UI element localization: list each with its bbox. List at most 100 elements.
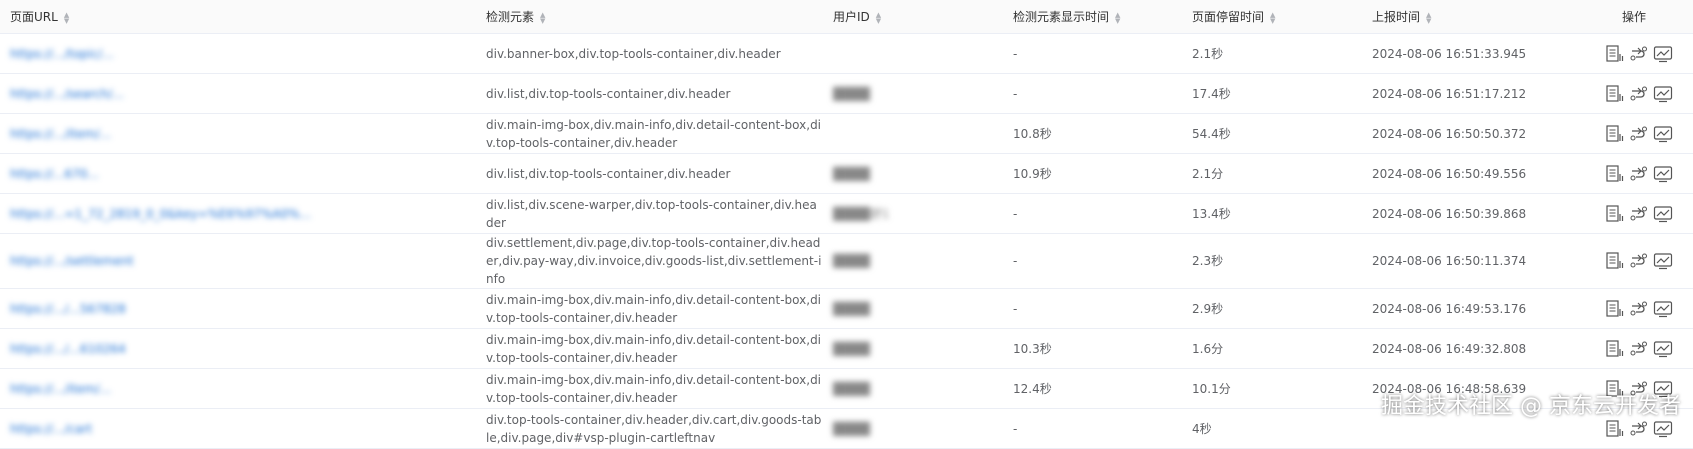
table-row: https://.../settlement div.settlement,div… bbox=[0, 233, 1693, 289]
page-url-link[interactable]: https://.../...567828 bbox=[10, 300, 476, 318]
chart-icon[interactable] bbox=[1653, 420, 1673, 438]
elements-cell: div.settlement,div.page,div.top-tools-co… bbox=[476, 233, 823, 289]
actions-cell bbox=[1575, 153, 1693, 194]
link-flow-icon[interactable] bbox=[1629, 125, 1649, 143]
report-time-cell: 2024-08-06 16:49:32.808 bbox=[1362, 328, 1575, 369]
display-time-cell: - bbox=[1003, 73, 1182, 114]
link-flow-icon[interactable] bbox=[1629, 205, 1649, 223]
user-id-cell: ████舒1 bbox=[823, 193, 1003, 234]
report-time-cell: 2024-08-06 16:50:11.374 bbox=[1362, 233, 1575, 289]
table-row: https://.../search/... div.list,div.top-t… bbox=[0, 73, 1693, 114]
user-id-cell: ████ bbox=[823, 328, 1003, 369]
report-time-cell: 2024-08-06 16:51:33.945 bbox=[1362, 33, 1575, 74]
table-row: https://.../topic/... div.banner-box,div.… bbox=[0, 33, 1693, 74]
elements-cell: div.main-img-box,div.main-info,div.detai… bbox=[476, 328, 823, 369]
table-row: https://...670... div.list,div.top-tools-… bbox=[0, 153, 1693, 194]
sort-icon[interactable]: ▲ ▼ bbox=[1270, 11, 1275, 24]
link-flow-icon[interactable] bbox=[1629, 420, 1649, 438]
report-icon[interactable] bbox=[1605, 45, 1625, 63]
sort-icon[interactable]: ▲ ▼ bbox=[540, 11, 545, 24]
actions-cell bbox=[1575, 288, 1693, 329]
user-id-cell: ████ bbox=[823, 153, 1003, 194]
chart-icon[interactable] bbox=[1653, 340, 1673, 358]
stay-time-cell: 54.4秒 bbox=[1182, 113, 1362, 154]
elements-cell: div.main-img-box,div.main-info,div.detai… bbox=[476, 368, 823, 409]
elements-cell: div.banner-box,div.top-tools-container,d… bbox=[476, 33, 823, 74]
chart-icon[interactable] bbox=[1653, 252, 1673, 270]
url-cell: https://.../...610264 bbox=[0, 328, 476, 369]
column-header-stay-time[interactable]: 页面停留时间 ▲ ▼ bbox=[1182, 0, 1362, 34]
page-url-link[interactable]: https://.../settlement bbox=[10, 252, 476, 270]
column-header-user-id[interactable]: 用户ID ▲ ▼ bbox=[823, 0, 1003, 34]
link-flow-icon[interactable] bbox=[1629, 252, 1649, 270]
stay-time-cell: 2.3秒 bbox=[1182, 233, 1362, 289]
stay-time-cell: 17.4秒 bbox=[1182, 73, 1362, 114]
report-icon[interactable] bbox=[1605, 165, 1625, 183]
page-url-link[interactable]: https://...670... bbox=[10, 165, 476, 183]
stay-time-cell: 4秒 bbox=[1182, 408, 1362, 449]
user-id-cell: ████ bbox=[823, 408, 1003, 449]
report-time-cell: 2024-08-06 16:50:39.868 bbox=[1362, 193, 1575, 234]
url-cell: https://.../cart bbox=[0, 408, 476, 449]
display-time-cell: 12.4秒 bbox=[1003, 368, 1182, 409]
user-id-cell: ████ bbox=[823, 233, 1003, 289]
chart-icon[interactable] bbox=[1653, 125, 1673, 143]
page-url-link[interactable]: https://.../item/... bbox=[10, 125, 476, 143]
elements-cell: div.main-img-box,div.main-info,div.detai… bbox=[476, 113, 823, 154]
table-body: https://.../topic/... div.banner-box,div.… bbox=[0, 33, 1693, 449]
sort-icon[interactable]: ▲ ▼ bbox=[64, 11, 69, 24]
actions-cell bbox=[1575, 113, 1693, 154]
actions-cell bbox=[1575, 328, 1693, 369]
column-header-url[interactable]: 页面URL ▲ ▼ bbox=[0, 0, 476, 34]
stay-time-cell: 10.1分 bbox=[1182, 368, 1362, 409]
page-url-link[interactable]: https://.../search/... bbox=[10, 85, 476, 103]
column-header-elements[interactable]: 检测元素 ▲ ▼ bbox=[476, 0, 823, 34]
page-url-link[interactable]: https://.../topic/... bbox=[10, 45, 476, 63]
report-icon[interactable] bbox=[1605, 125, 1625, 143]
display-time-cell: - bbox=[1003, 33, 1182, 74]
page-url-link[interactable]: https://...=1_72_2819_0_0&key=%E6%97%A0%… bbox=[10, 205, 476, 223]
report-icon[interactable] bbox=[1605, 300, 1625, 318]
chart-icon[interactable] bbox=[1653, 165, 1673, 183]
actions-cell bbox=[1575, 73, 1693, 114]
page-url-link[interactable]: https://.../cart bbox=[10, 420, 476, 438]
elements-cell: div.list,div.scene-warper,div.top-tools-… bbox=[476, 193, 823, 234]
report-time-cell: 2024-08-06 16:50:49.556 bbox=[1362, 153, 1575, 194]
url-cell: https://...670... bbox=[0, 153, 476, 194]
user-id: ████ bbox=[833, 421, 870, 436]
sort-icon[interactable]: ▲ ▼ bbox=[1115, 11, 1120, 24]
column-header-display-time[interactable]: 检测元素显示时间 ▲ ▼ bbox=[1003, 0, 1182, 34]
elements-cell: div.list,div.top-tools-container,div.hea… bbox=[476, 73, 823, 114]
chart-icon[interactable] bbox=[1653, 300, 1673, 318]
page-url-link[interactable]: https://.../...610264 bbox=[10, 340, 476, 358]
chart-icon[interactable] bbox=[1653, 205, 1673, 223]
chart-icon[interactable] bbox=[1653, 45, 1673, 63]
report-icon[interactable] bbox=[1605, 205, 1625, 223]
url-cell: https://...=1_72_2819_0_0&key=%E6%97%A0%… bbox=[0, 193, 476, 234]
report-time-cell: 2024-08-06 16:51:17.212 bbox=[1362, 73, 1575, 114]
link-flow-icon[interactable] bbox=[1629, 165, 1649, 183]
link-flow-icon[interactable] bbox=[1629, 45, 1649, 63]
sort-icon[interactable]: ▲ ▼ bbox=[876, 11, 881, 24]
column-header-report-time[interactable]: 上报时间 ▲ ▼ bbox=[1362, 0, 1575, 34]
report-icon[interactable] bbox=[1605, 420, 1625, 438]
link-flow-icon[interactable] bbox=[1629, 340, 1649, 358]
chart-icon[interactable] bbox=[1653, 85, 1673, 103]
report-icon[interactable] bbox=[1605, 252, 1625, 270]
display-time-cell: - bbox=[1003, 408, 1182, 449]
stay-time-cell: 2.1秒 bbox=[1182, 33, 1362, 74]
link-flow-icon[interactable] bbox=[1629, 300, 1649, 318]
display-time-cell: 10.8秒 bbox=[1003, 113, 1182, 154]
user-id-cell: ████ bbox=[823, 288, 1003, 329]
url-cell: https://.../topic/... bbox=[0, 33, 476, 74]
report-icon[interactable] bbox=[1605, 85, 1625, 103]
user-id-cell bbox=[823, 113, 1003, 154]
page-url-link[interactable]: https://.../item/... bbox=[10, 380, 476, 398]
display-time-cell: 10.3秒 bbox=[1003, 328, 1182, 369]
link-flow-icon[interactable] bbox=[1629, 85, 1649, 103]
url-cell: https://.../...567828 bbox=[0, 288, 476, 329]
report-icon[interactable] bbox=[1605, 340, 1625, 358]
display-time-cell: 10.9秒 bbox=[1003, 153, 1182, 194]
sort-icon[interactable]: ▲ ▼ bbox=[1426, 11, 1431, 24]
report-time-cell: 2024-08-06 16:49:53.176 bbox=[1362, 288, 1575, 329]
